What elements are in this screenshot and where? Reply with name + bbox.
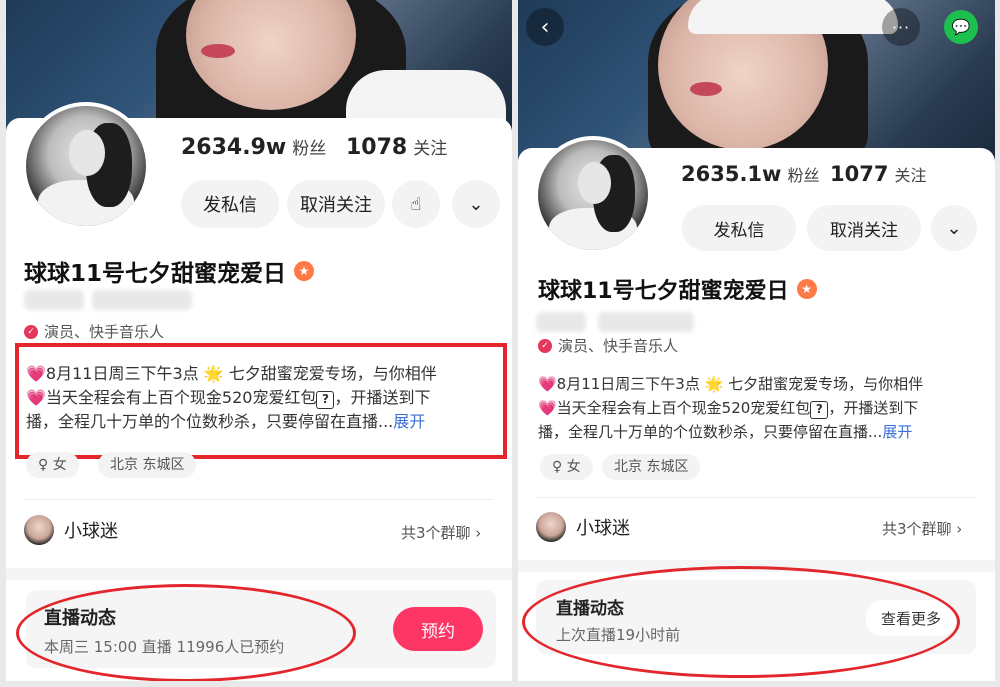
following-count: 1078 [346, 135, 408, 160]
fan-club-row[interactable]: 小球迷 [24, 515, 118, 545]
bio-line: 💗当天全程会有上百个现金520宠爱红包? ，开播送到下 [538, 399, 919, 419]
fan-club-name: 小球迷 [576, 518, 630, 539]
certification: ✓ 演员、快手音乐人 [538, 335, 678, 356]
following-count: 1077 [830, 162, 889, 186]
fan-club-avatar [24, 515, 54, 545]
divider [24, 499, 494, 500]
following-label: 关注 [413, 139, 448, 159]
star-badge-icon[interactable]: ★ [294, 261, 315, 281]
gender-tag: ♀ 女 [26, 452, 79, 478]
reserve-button[interactable]: 预约 [393, 607, 483, 651]
question-icon: ? [810, 401, 829, 419]
section-gap [6, 568, 512, 580]
fans-label: 粉丝 [787, 166, 820, 185]
fan-club-name: 小球迷 [64, 521, 118, 542]
verified-icon: ✓ [24, 324, 38, 339]
fans-count: 2635.1w [681, 162, 782, 186]
certification-text: 演员、快手音乐人 [558, 337, 679, 355]
unfollow-button[interactable]: 取消关注 [807, 205, 921, 251]
bio-line: 播，全程几十万单的个位数秒杀，只要停留在直播...展开 [538, 423, 913, 441]
fans-label: 粉丝 [292, 139, 327, 159]
profile-name-row: 球球11号七夕甜蜜宠爱日 ★ [24, 254, 315, 288]
female-icon: ♀ [38, 457, 49, 473]
bio-line: 💗8月11日周三下午3点 🌟 七夕甜蜜宠爱专场，与你相伴 [538, 375, 924, 393]
star-badge-icon[interactable]: ★ [796, 279, 817, 299]
highlight-oval [16, 584, 356, 681]
chevron-down-icon[interactable]: ⌄ [931, 205, 977, 251]
verified-icon: ✓ [538, 338, 552, 353]
wechat-icon[interactable]: 💬 [944, 10, 978, 44]
expand-link[interactable]: 展开 [882, 423, 912, 441]
message-button[interactable]: 发私信 [682, 205, 796, 251]
back-icon[interactable]: ‹ [526, 8, 564, 46]
more-icon[interactable]: ··· [882, 8, 920, 46]
left-profile-screenshot: 2634.9w 粉丝 1078 关注 发私信 取消关注 ☝ ⌄ 球球11号七夕甜… [6, 0, 512, 681]
avatar[interactable] [22, 102, 150, 230]
blurred-info [24, 290, 84, 310]
location-tag: 北京 东城区 [602, 454, 701, 480]
gender-tag: ♀ 女 [540, 454, 593, 480]
touch-icon[interactable]: ☝ [392, 180, 440, 228]
group-chats-link[interactable]: 共3个群聊 › [882, 518, 962, 539]
location-tag: 北京 东城区 [98, 452, 197, 478]
fan-club-row[interactable]: 小球迷 [536, 512, 630, 542]
avatar[interactable] [534, 136, 652, 254]
group-chats-link[interactable]: 共3个群聊 › [401, 522, 481, 543]
highlight-box [15, 343, 507, 459]
profile-name: 球球11号七夕甜蜜宠爱日 [24, 261, 287, 287]
fan-club-avatar [536, 512, 566, 542]
blurred-info [536, 312, 586, 332]
certification: ✓ 演员、快手音乐人 [24, 321, 164, 342]
unfollow-button[interactable]: 取消关注 [287, 180, 385, 228]
profile-name-row: 球球11号七夕甜蜜宠爱日 ★ [538, 273, 817, 305]
certification-text: 演员、快手音乐人 [44, 323, 165, 341]
female-icon: ♀ [552, 459, 563, 475]
right-profile-screenshot: ‹ ··· 💬 2635.1w 粉丝 1077 关注 发私信 取消关注 ⌄ 球球… [518, 0, 995, 681]
divider [536, 497, 976, 498]
following-stat[interactable]: 1077 关注 [830, 162, 926, 186]
chevron-down-icon[interactable]: ⌄ [452, 180, 500, 228]
fans-stat[interactable]: 2634.9w 粉丝 [181, 134, 326, 160]
blurred-info [92, 290, 192, 310]
fans-count: 2634.9w [181, 135, 287, 160]
blurred-info [598, 312, 694, 332]
profile-name: 球球11号七夕甜蜜宠爱日 [538, 279, 789, 304]
fans-stat[interactable]: 2635.1w 粉丝 [681, 162, 819, 186]
following-label: 关注 [894, 166, 927, 185]
highlight-oval [522, 566, 960, 678]
bio: 💗8月11日周三下午3点 🌟 七夕甜蜜宠爱专场，与你相伴 💗当天全程会有上百个现… [538, 372, 988, 444]
message-button[interactable]: 发私信 [181, 180, 279, 228]
following-stat[interactable]: 1078 关注 [346, 134, 447, 160]
